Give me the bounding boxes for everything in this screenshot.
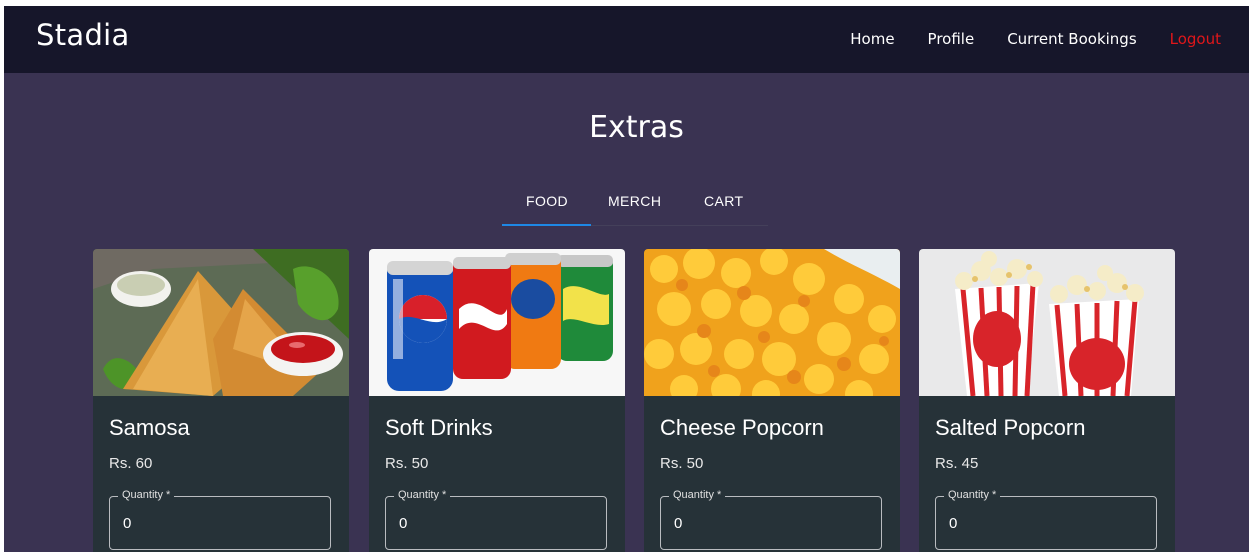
product-price: Rs. 60: [109, 455, 153, 472]
app-frame: Stadia Home Profile Current Bookings Log…: [4, 6, 1249, 552]
tab-cart[interactable]: CART: [704, 193, 743, 209]
product-name: Soft Drinks: [385, 415, 493, 440]
popcorn-box-photo: [919, 249, 1175, 396]
quantity-input[interactable]: Quantity * 0: [109, 489, 331, 550]
quantity-input[interactable]: Quantity * 0: [660, 489, 882, 550]
quantity-input[interactable]: Quantity * 0: [385, 489, 607, 550]
nav-links: Home Profile Current Bookings Logout: [850, 30, 1221, 48]
quantity-value[interactable]: 0: [123, 515, 131, 532]
quantity-value[interactable]: 0: [949, 515, 957, 532]
quantity-input[interactable]: Quantity * 0: [935, 489, 1157, 550]
product-card-samosa: Samosa Rs. 60 Quantity * 0: [93, 249, 349, 552]
quantity-value[interactable]: 0: [399, 515, 407, 532]
product-card-salted-popcorn: Salted Popcorn Rs. 45 Quantity * 0: [919, 249, 1175, 552]
nav-bookings-link[interactable]: Current Bookings: [1007, 30, 1136, 48]
quantity-label: Quantity *: [118, 489, 175, 501]
product-price: Rs. 50: [385, 455, 429, 472]
nav-profile-link[interactable]: Profile: [928, 30, 975, 48]
quantity-label: Quantity *: [669, 489, 726, 501]
tab-merch[interactable]: MERCH: [608, 193, 661, 209]
page-title: Extras: [589, 110, 684, 145]
quantity-label: Quantity *: [394, 489, 451, 501]
brand-logo[interactable]: Stadia: [36, 18, 130, 52]
product-name: Cheese Popcorn: [660, 415, 824, 440]
product-card-soft-drinks: Soft Drinks Rs. 50 Quantity * 0: [369, 249, 625, 552]
nav-home-link[interactable]: Home: [850, 30, 894, 48]
product-name: Samosa: [109, 415, 190, 440]
product-card-cheese-popcorn: Cheese Popcorn Rs. 50 Quantity * 0: [644, 249, 900, 552]
active-tab-indicator: [502, 224, 591, 226]
nav-logout-link[interactable]: Logout: [1170, 30, 1221, 48]
soda-cans-photo: [369, 249, 625, 396]
product-price: Rs. 50: [660, 455, 704, 472]
tab-food[interactable]: FOOD: [526, 193, 568, 209]
category-tabs: FOOD MERCH CART: [502, 183, 768, 226]
product-price: Rs. 45: [935, 455, 979, 472]
samosa-photo: [93, 249, 349, 396]
top-navbar: Stadia Home Profile Current Bookings Log…: [4, 6, 1249, 73]
quantity-label: Quantity *: [944, 489, 1001, 501]
product-name: Salted Popcorn: [935, 415, 1086, 440]
cheese-popcorn-photo: [644, 249, 900, 396]
quantity-value[interactable]: 0: [674, 515, 682, 532]
